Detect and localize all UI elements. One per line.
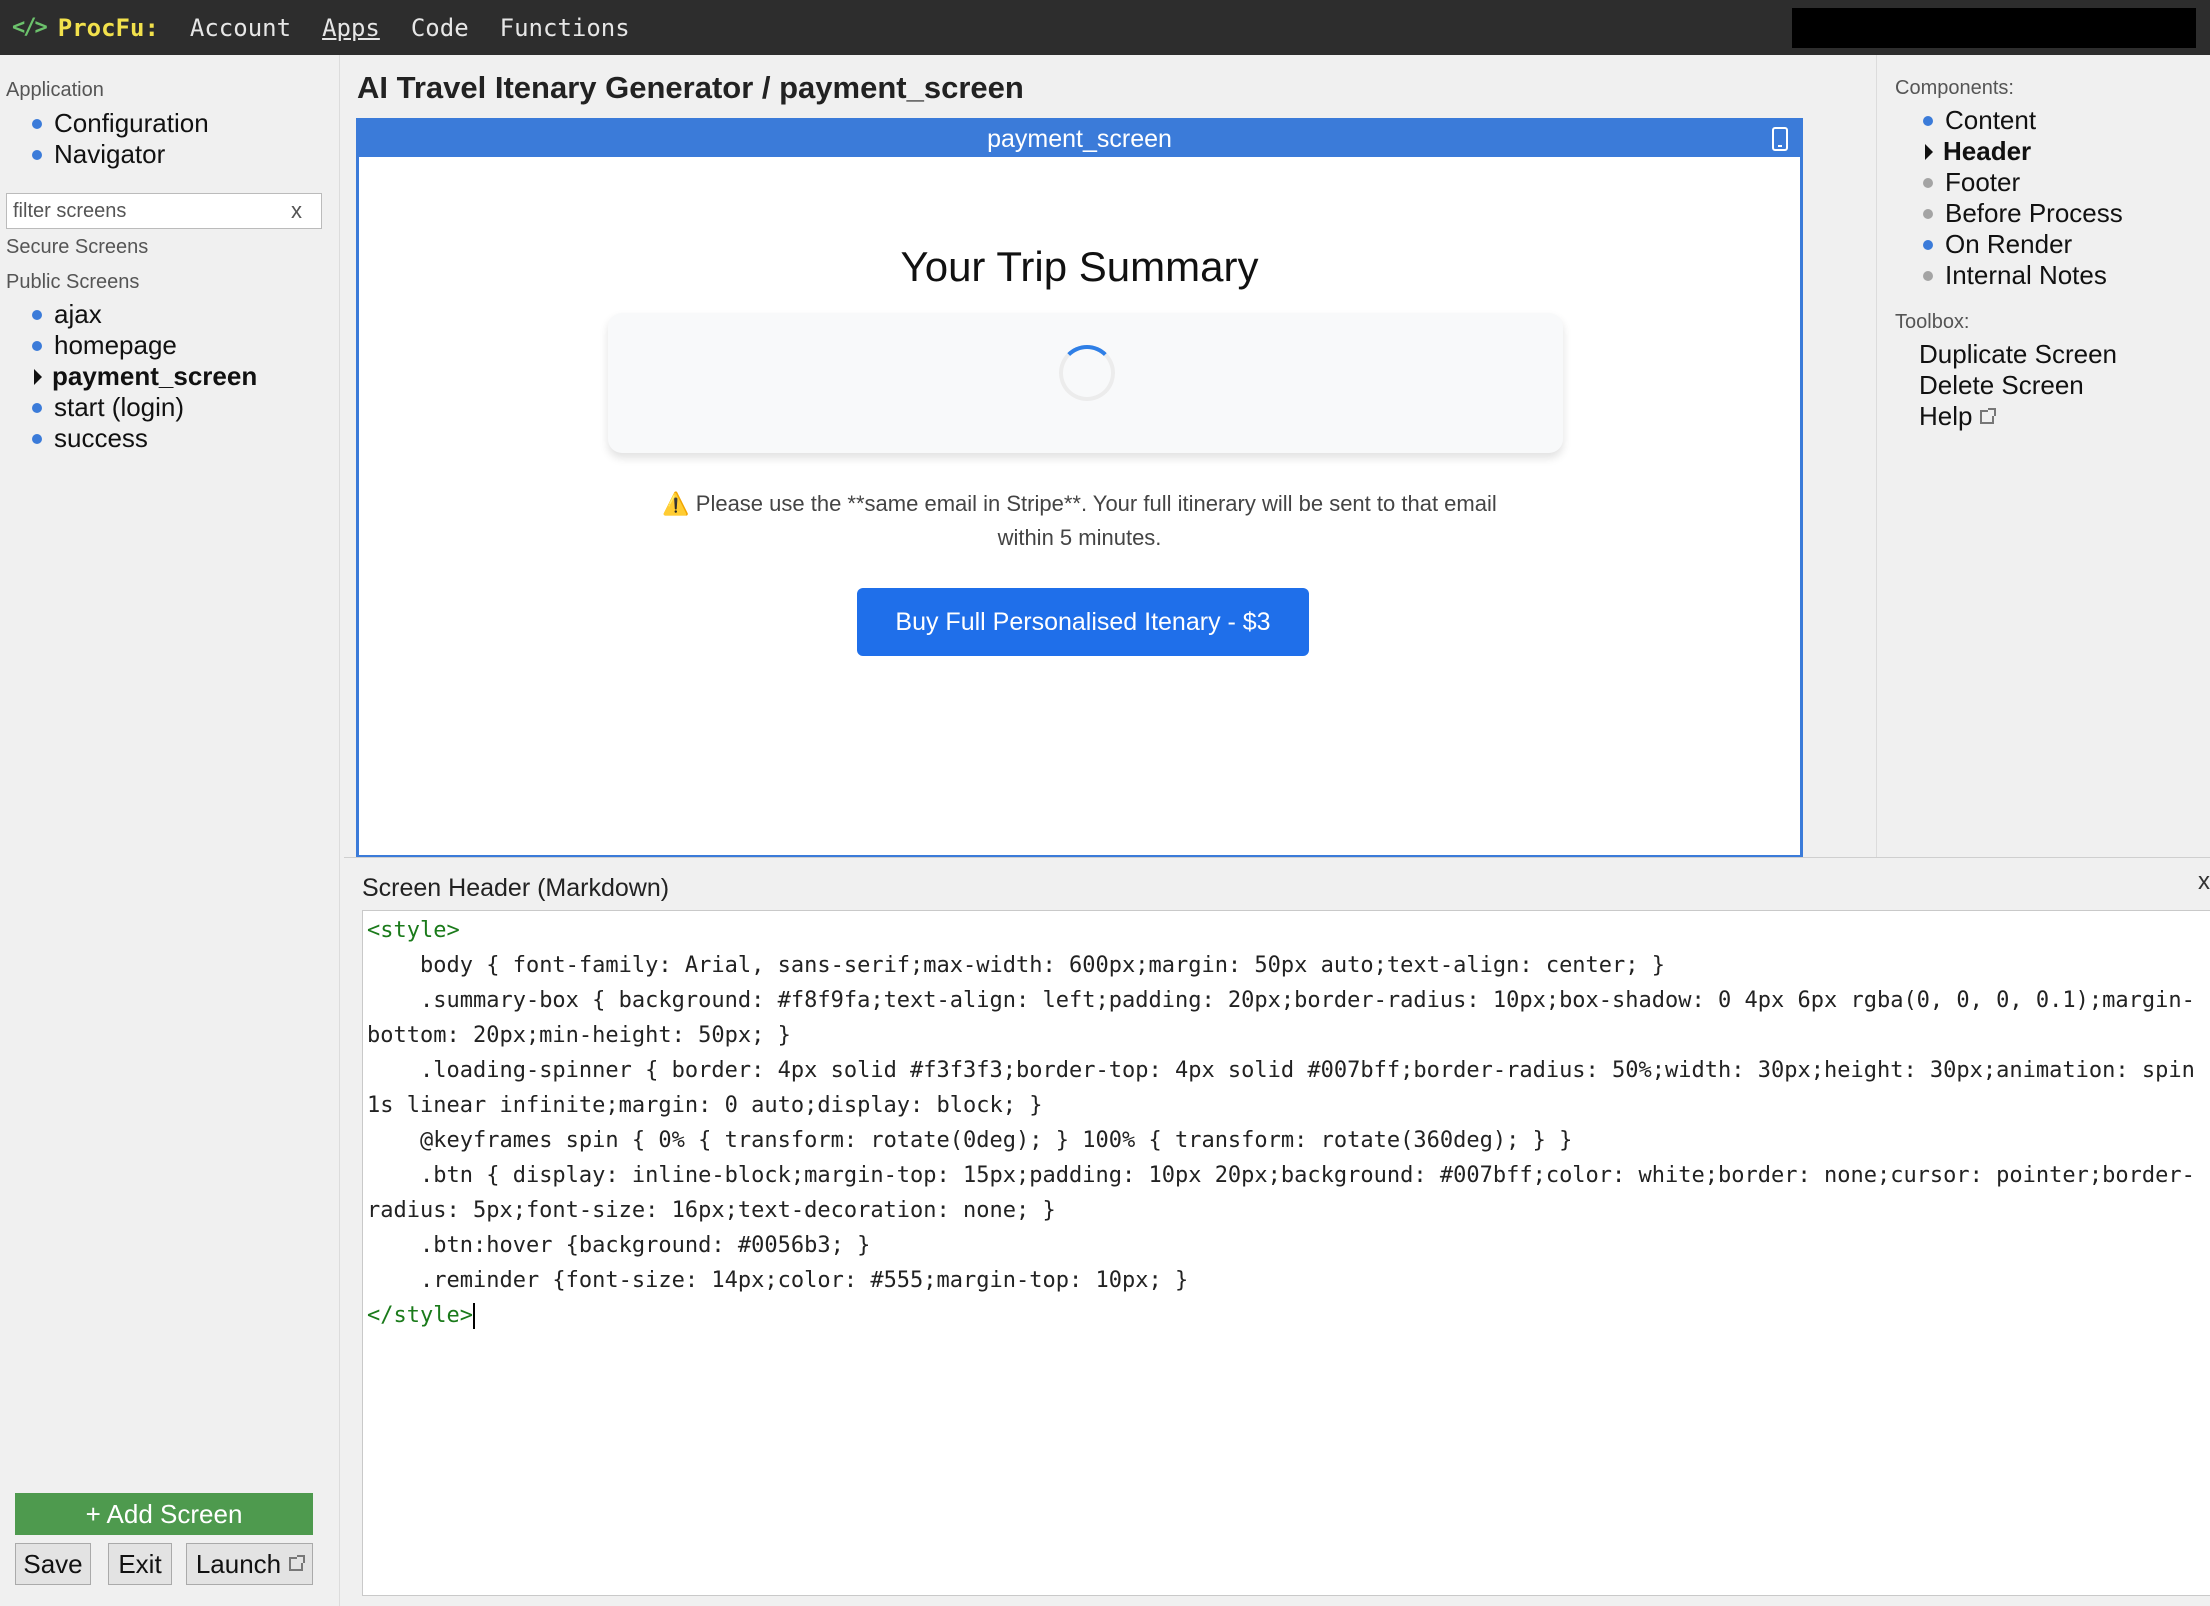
- screen-item-homepage[interactable]: homepage: [32, 330, 177, 361]
- screen-item-label: ajax: [54, 299, 102, 329]
- code-editor[interactable]: <style> body { font-family: Arial, sans-…: [362, 910, 2210, 1596]
- secure-screens-label[interactable]: Secure Screens: [6, 236, 148, 259]
- code-line: .btn { display: inline-block;margin-top:…: [367, 1163, 2195, 1223]
- bullet-icon: [32, 433, 42, 444]
- editor-panel: Screen Header (Markdown) x <style> body …: [344, 857, 2210, 1606]
- bullet-icon: [32, 402, 42, 413]
- preview-title-bar: payment_screen: [359, 121, 1800, 157]
- bullet-icon: [1923, 208, 1933, 219]
- screen-item-start-login[interactable]: start (login): [32, 392, 184, 423]
- component-label: Content: [1945, 105, 2037, 135]
- code-open-tag: <style>: [367, 918, 460, 943]
- screen-item-payment-screen[interactable]: payment_screen: [32, 361, 257, 392]
- sidebar-item-configuration[interactable]: Configuration: [32, 108, 209, 139]
- nav-apps[interactable]: Apps: [322, 14, 380, 42]
- reminder-line-1: Please use the **same email in Stripe**.…: [695, 491, 1497, 516]
- component-before-process[interactable]: Before Process: [1923, 198, 2123, 229]
- bullet-icon: [1923, 177, 1933, 188]
- component-label: Internal Notes: [1945, 260, 2107, 290]
- screen-preview: payment_screen Your Trip Summary ⚠️ Plea…: [356, 118, 1803, 858]
- add-screen-button[interactable]: + Add Screen: [15, 1493, 313, 1535]
- nav-account[interactable]: Account: [190, 14, 291, 42]
- screen-item-ajax[interactable]: ajax: [32, 299, 102, 330]
- application-label: Application: [6, 79, 104, 101]
- redacted-area: [1792, 8, 2196, 48]
- code-line: .btn:hover {background: #0056b3; }: [367, 1233, 871, 1258]
- right-panel: Components: Content Header Footer Before…: [1876, 55, 2210, 857]
- component-label: Footer: [1945, 167, 2021, 197]
- component-internal-notes[interactable]: Internal Notes: [1923, 260, 2107, 291]
- editor-title: Screen Header (Markdown): [362, 874, 670, 902]
- buy-itinerary-button[interactable]: Buy Full Personalised Itenary - $3: [857, 588, 1309, 656]
- bullet-icon: [1923, 239, 1933, 250]
- text-cursor: [472, 1303, 475, 1329]
- top-navbar: </> ProcFu: Account Apps Code Functions: [0, 0, 2210, 55]
- reminder-text: ⚠️ Please use the **same email in Stripe…: [359, 487, 1800, 555]
- reminder-line-2: within 5 minutes.: [997, 525, 1162, 550]
- screen-item-success[interactable]: success: [32, 423, 148, 454]
- screen-item-label: start (login): [54, 392, 185, 422]
- component-label: Before Process: [1945, 198, 2123, 228]
- mobile-phone-icon[interactable]: [1772, 127, 1788, 151]
- brand-name: ProcFu:: [57, 13, 159, 42]
- sidebar-item-label: Configuration: [54, 108, 209, 138]
- sidebar-item-navigator[interactable]: Navigator: [32, 139, 165, 170]
- help-label: Help: [1919, 401, 1973, 431]
- save-button[interactable]: Save: [15, 1543, 91, 1585]
- component-on-render[interactable]: On Render: [1923, 229, 2072, 260]
- duplicate-screen-link[interactable]: Duplicate Screen: [1919, 339, 2117, 370]
- code-line: .loading-spinner { border: 4px solid #f3…: [367, 1058, 2209, 1118]
- nav-functions[interactable]: Functions: [500, 14, 630, 42]
- launch-button[interactable]: Launch: [186, 1543, 313, 1585]
- launch-label: Launch: [195, 1548, 282, 1579]
- sidebar-item-label: Navigator: [54, 139, 166, 169]
- bullet-icon: [1923, 115, 1933, 126]
- caret-right-icon: [34, 368, 42, 385]
- bullet-icon: [32, 309, 42, 320]
- filter-screens-input[interactable]: [7, 199, 287, 223]
- summary-box: [608, 313, 1563, 453]
- bullet-icon: [32, 340, 42, 351]
- page-title: AI Travel Itenary Generator / payment_sc…: [357, 70, 1024, 105]
- bullet-icon: [32, 118, 42, 129]
- code-line: body { font-family: Arial, sans-serif;ma…: [367, 953, 1666, 978]
- caret-right-icon: [1925, 143, 1933, 160]
- code-close-tag: </style>: [367, 1303, 473, 1328]
- external-link-icon: [289, 1555, 306, 1571]
- toolbox-label: Toolbox:: [1895, 311, 1970, 333]
- external-link-icon: [1980, 407, 1997, 424]
- brand-logo[interactable]: </> ProcFu:: [12, 14, 159, 42]
- warning-icon: ⚠️: [662, 491, 690, 516]
- component-content[interactable]: Content: [1923, 105, 2036, 136]
- public-screens-label[interactable]: Public Screens: [6, 271, 139, 294]
- code-line: @keyframes spin { 0% { transform: rotate…: [367, 1128, 1573, 1153]
- exit-button[interactable]: Exit: [108, 1543, 172, 1585]
- left-sidebar: Application Configuration Navigator x Se…: [0, 55, 340, 1606]
- loading-spinner-icon: [1059, 345, 1115, 401]
- bullet-icon: [1923, 270, 1933, 281]
- code-icon: </>: [12, 15, 48, 40]
- code-line: .reminder {font-size: 14px;color: #555;m…: [367, 1268, 1189, 1293]
- bullet-icon: [32, 149, 42, 160]
- component-header[interactable]: Header: [1923, 136, 2031, 167]
- screen-item-label: homepage: [54, 330, 177, 360]
- clear-filter-button[interactable]: x: [291, 198, 302, 224]
- components-label: Components:: [1895, 77, 2014, 99]
- screen-item-label: payment_screen: [52, 361, 258, 391]
- component-label: On Render: [1945, 229, 2073, 259]
- delete-screen-link[interactable]: Delete Screen: [1919, 370, 2084, 401]
- close-editor-button[interactable]: x: [2198, 868, 2210, 896]
- screen-item-label: success: [54, 423, 148, 453]
- trip-summary-heading: Your Trip Summary: [900, 243, 1259, 290]
- filter-screens-box: x: [6, 193, 322, 229]
- code-line: .summary-box { background: #f8f9fa;text-…: [367, 988, 2195, 1048]
- component-footer[interactable]: Footer: [1923, 167, 2020, 198]
- nav-code[interactable]: Code: [411, 14, 469, 42]
- component-label: Header: [1943, 136, 2032, 166]
- help-link[interactable]: Help: [1919, 401, 1997, 432]
- preview-title: payment_screen: [987, 124, 1172, 153]
